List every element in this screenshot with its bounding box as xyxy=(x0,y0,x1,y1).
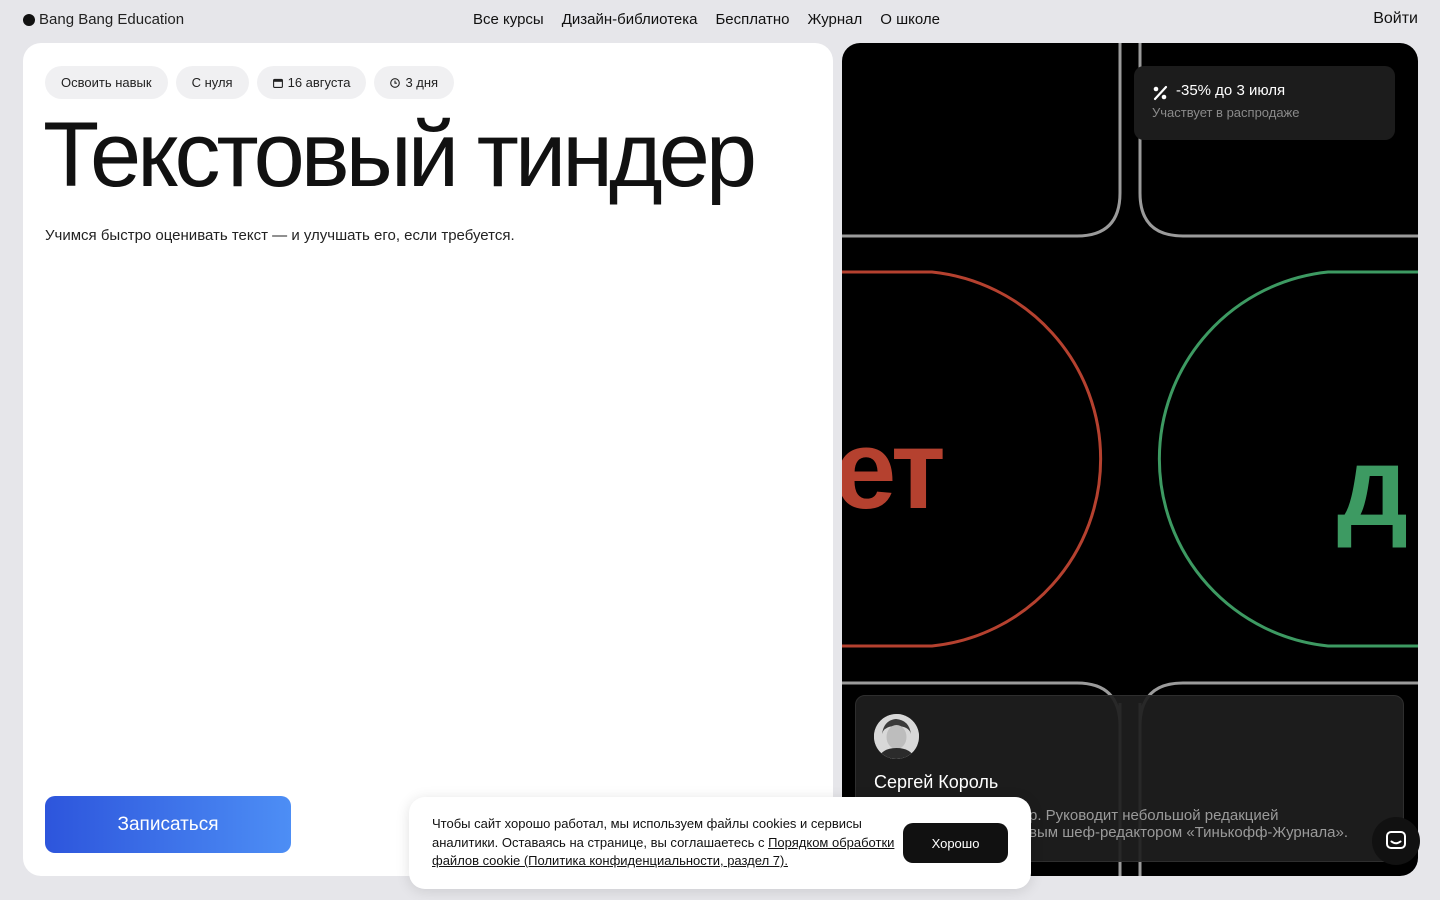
art-word-yes: д xyxy=(1337,424,1408,549)
clock-icon xyxy=(390,77,401,88)
tag-date-label: 16 августа xyxy=(287,75,351,90)
nav-about-school[interactable]: О школе xyxy=(880,11,940,28)
author-avatar xyxy=(874,714,919,759)
course-tags: Освоить навык С нуля 16 августа 3 дня xyxy=(45,66,455,99)
course-subtitle: Учимся быстро оценивать текст — и улучша… xyxy=(45,227,515,244)
course-info-card: Освоить навык С нуля 16 августа 3 дня Те… xyxy=(23,43,833,876)
tag-skill-label: Освоить навык xyxy=(61,75,152,90)
cookie-text: Чтобы сайт хорошо работал, мы используем… xyxy=(432,815,897,871)
art-frame-top-left xyxy=(842,43,1122,238)
enroll-button[interactable]: Записаться xyxy=(45,796,291,853)
site-header: Bang Bang Education Все курсы Дизайн-биб… xyxy=(0,0,1440,42)
tag-duration: 3 дня xyxy=(374,66,455,99)
login-link[interactable]: Войти xyxy=(1373,10,1418,28)
cookie-accept-button[interactable]: Хорошо xyxy=(903,823,1008,863)
course-title: Текстовый тиндер xyxy=(43,104,757,206)
nav-free[interactable]: Бесплатно xyxy=(715,11,789,28)
art-word-no: ет xyxy=(842,407,943,532)
chat-button[interactable] xyxy=(1372,817,1420,865)
course-hero-art: ет д -35% до 3 июля Участвует в распрода… xyxy=(842,43,1418,876)
tag-level-label: С нуля xyxy=(191,75,233,90)
tag-duration-label: 3 дня xyxy=(405,75,439,90)
main-nav: Все курсы Дизайн-библиотека Бесплатно Жу… xyxy=(473,11,940,28)
calendar-icon xyxy=(272,78,283,88)
logo[interactable]: Bang Bang Education xyxy=(23,11,184,28)
tag-level: С нуля xyxy=(175,66,249,99)
tag-skill: Освоить навык xyxy=(45,66,168,99)
nav-design-library[interactable]: Дизайн-библиотека xyxy=(562,11,698,28)
logo-text: Bang Bang Education xyxy=(39,11,185,28)
sale-title: -35% до 3 июля xyxy=(1176,82,1286,99)
sale-subtitle: Участвует в распродаже xyxy=(1152,105,1300,120)
nav-all-courses[interactable]: Все курсы xyxy=(473,11,544,28)
nav-journal[interactable]: Журнал xyxy=(808,11,863,28)
author-name: Сергей Король xyxy=(874,772,999,792)
cookie-banner: Чтобы сайт хорошо работал, мы используем… xyxy=(409,797,1031,889)
logo-dot-icon xyxy=(23,13,35,26)
tag-date: 16 августа xyxy=(256,66,367,99)
sale-badge: -35% до 3 июля Участвует в распродаже xyxy=(1134,66,1395,140)
chat-icon xyxy=(1386,831,1406,849)
percent-icon xyxy=(1153,85,1168,101)
